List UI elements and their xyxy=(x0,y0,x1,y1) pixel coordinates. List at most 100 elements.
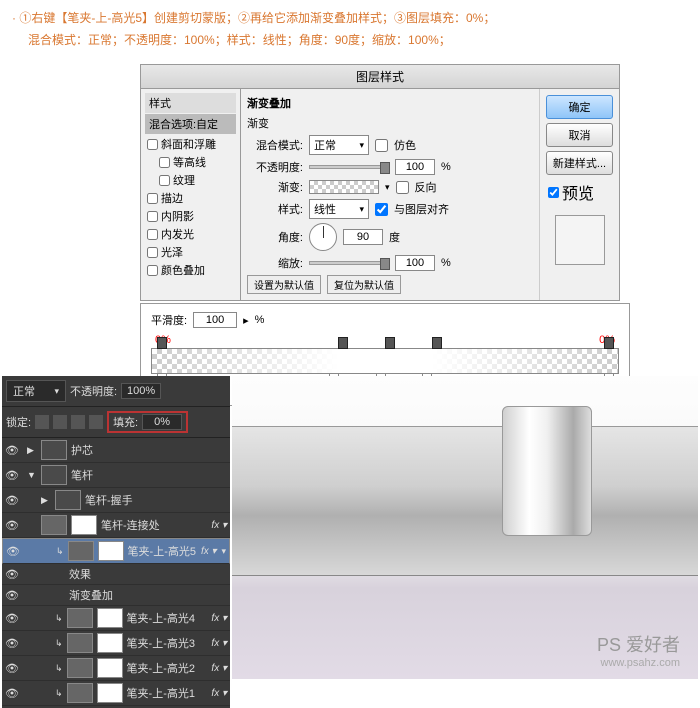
reverse-checkbox[interactable] xyxy=(396,181,409,194)
layer-opacity-input[interactable]: 100% xyxy=(121,383,161,399)
disclosure-icon[interactable]: ▶ xyxy=(41,495,51,506)
layer-row[interactable]: 👁 ↳ 笔夹-上-高光4 fx ▾ xyxy=(2,606,230,631)
clip-icon: ↳ xyxy=(55,688,63,699)
styles-header[interactable]: 样式 xyxy=(145,93,236,113)
visibility-icon[interactable]: 👁 xyxy=(6,545,20,558)
inner-shadow-checkbox[interactable] xyxy=(147,211,158,222)
fill-input[interactable]: 0% xyxy=(142,414,182,430)
bevel-checkbox[interactable] xyxy=(147,139,158,150)
clip-icon: ↳ xyxy=(55,613,63,624)
fx-badge[interactable]: fx ▾ xyxy=(211,520,227,531)
layer-row[interactable]: 👁 ↳ 笔夹-上-高光2 fx ▾ xyxy=(2,656,230,681)
set-default-button[interactable]: 设置为默认值 xyxy=(247,275,321,294)
visibility-icon[interactable]: 👁 xyxy=(5,444,19,457)
layer-name: 笔杆-握手 xyxy=(85,492,133,508)
style-select[interactable]: 线性 xyxy=(309,199,369,219)
ok-button[interactable]: 确定 xyxy=(546,95,613,119)
lock-transparency-icon[interactable] xyxy=(35,415,49,429)
layer-row[interactable]: 👁 ▶ 护芯 xyxy=(2,438,230,463)
layer-row[interactable]: 👁↳笔夹-上-高光5fx ▾ xyxy=(2,538,230,564)
gradient-overlay-title: 渐变叠加 xyxy=(247,95,533,111)
scale-input[interactable]: 100 xyxy=(395,255,435,271)
satin-checkbox[interactable] xyxy=(147,247,158,258)
layer-name: 笔夹-上-高光3 xyxy=(127,635,195,651)
visibility-icon[interactable]: 👁 xyxy=(5,687,19,700)
disclosure-icon[interactable]: ▼ xyxy=(27,470,37,480)
new-style-button[interactable]: 新建样式... xyxy=(546,151,613,175)
fx-badge[interactable]: fx ▾ xyxy=(211,638,227,649)
visibility-icon[interactable]: 👁 xyxy=(5,637,19,650)
mask-thumb xyxy=(97,633,123,653)
cancel-button[interactable]: 取消 xyxy=(546,123,613,147)
clip-icon: ↳ xyxy=(55,638,63,649)
preview-checkbox[interactable] xyxy=(548,187,559,198)
visibility-icon[interactable]: 👁 xyxy=(5,519,19,532)
layer-row[interactable]: 👁 ▼ 笔杆 xyxy=(2,463,230,488)
opacity-stop[interactable] xyxy=(385,337,395,349)
layer-row[interactable]: 👁↳笔夹-上-高光1fx ▾ xyxy=(2,681,230,706)
layer-row[interactable]: 👁笔杆-连接处fx ▾ xyxy=(2,513,230,538)
mask-thumb xyxy=(71,515,97,535)
reset-default-button[interactable]: 复位为默认值 xyxy=(327,275,401,294)
disclosure-icon[interactable]: ▶ xyxy=(27,445,37,456)
smooth-input[interactable]: 100 xyxy=(193,312,237,328)
fx-badge[interactable]: fx ▾ xyxy=(211,688,227,699)
layer-name: 笔夹-上-高光4 xyxy=(127,610,195,626)
opacity-stop[interactable] xyxy=(604,337,614,349)
gradient-swatch[interactable] xyxy=(309,180,379,194)
lock-pixels-icon[interactable] xyxy=(53,415,67,429)
layer-row[interactable]: 👁 效果 xyxy=(2,564,230,585)
layer-name: 笔夹-上-高光2 xyxy=(127,660,195,676)
blend-options-item[interactable]: 混合选项:自定 xyxy=(145,114,236,134)
visibility-icon[interactable]: 👁 xyxy=(5,612,19,625)
layer-tree[interactable]: 👁▶护芯👁▼笔杆👁▶笔杆-握手👁笔杆-连接处fx ▾👁↳笔夹-上-高光5fx ▾… xyxy=(2,438,230,708)
layer-thumb xyxy=(67,658,93,678)
scale-slider[interactable] xyxy=(309,261,389,265)
fx-badge[interactable]: fx ▾ xyxy=(211,613,227,624)
fx-badge[interactable]: fx ▾ xyxy=(211,663,227,674)
instruction-line-1: · ①右键【笔夹-上-高光5】创建剪切蒙版；②再给它添加渐变叠加样式；③图层填充… xyxy=(12,8,688,30)
angle-input[interactable]: 90 xyxy=(343,229,383,245)
lock-all-icon[interactable] xyxy=(89,415,103,429)
pen-body-render xyxy=(232,426,698,576)
layer-name: 效果 xyxy=(69,566,91,582)
visibility-icon[interactable]: 👁 xyxy=(5,589,19,602)
instruction-line-2: 混合模式：正常；不透明度：100%；样式：线性；角度：90度；缩放：100%； xyxy=(12,30,688,52)
align-checkbox[interactable] xyxy=(375,203,388,216)
layer-thumb xyxy=(41,515,67,535)
mask-thumb xyxy=(97,683,123,703)
layer-name: 护芯 xyxy=(71,442,93,458)
fx-badge[interactable]: fx ▾ xyxy=(201,546,217,557)
layer-name: 笔夹-上-高光5 xyxy=(128,543,196,559)
contour-checkbox[interactable] xyxy=(159,157,170,168)
lock-position-icon[interactable] xyxy=(71,415,85,429)
layer-name: 笔杆 xyxy=(71,467,93,483)
opacity-stop[interactable] xyxy=(432,337,442,349)
visibility-icon[interactable]: 👁 xyxy=(5,494,19,507)
canvas-preview: PS 爱好者 www.psahz.com xyxy=(232,376,698,679)
color-overlay-checkbox[interactable] xyxy=(147,265,158,276)
style-category-list: 样式 混合选项:自定 斜面和浮雕 等高线 纹理 描边 内阴影 内发光 光泽 颜色… xyxy=(141,89,241,300)
layer-thumb xyxy=(67,608,93,628)
visibility-icon[interactable]: 👁 xyxy=(5,662,19,675)
opacity-input[interactable]: 100 xyxy=(395,159,435,175)
gradient-bar[interactable] xyxy=(151,348,619,374)
opacity-stop[interactable] xyxy=(338,337,348,349)
visibility-icon[interactable]: 👁 xyxy=(5,469,19,482)
layer-thumb xyxy=(67,633,93,653)
texture-checkbox[interactable] xyxy=(159,175,170,186)
clip-icon: ↳ xyxy=(55,663,63,674)
blend-mode-select[interactable]: 正常 xyxy=(309,135,369,155)
dither-checkbox[interactable] xyxy=(375,139,388,152)
inner-glow-checkbox[interactable] xyxy=(147,229,158,240)
layer-row[interactable]: 👁 ↳ 笔夹-上-高光3 fx ▾ xyxy=(2,631,230,656)
angle-dial[interactable] xyxy=(309,223,337,251)
stroke-checkbox[interactable] xyxy=(147,193,158,204)
layer-row[interactable]: 👁 ▶ 笔杆-握手 xyxy=(2,488,230,513)
layer-blend-select[interactable]: 正常 xyxy=(6,380,66,402)
mask-thumb xyxy=(98,541,124,561)
visibility-icon[interactable]: 👁 xyxy=(5,568,19,581)
opacity-slider[interactable] xyxy=(309,165,389,169)
layer-row[interactable]: 👁渐变叠加 xyxy=(2,585,230,606)
opacity-stop[interactable] xyxy=(157,337,167,349)
